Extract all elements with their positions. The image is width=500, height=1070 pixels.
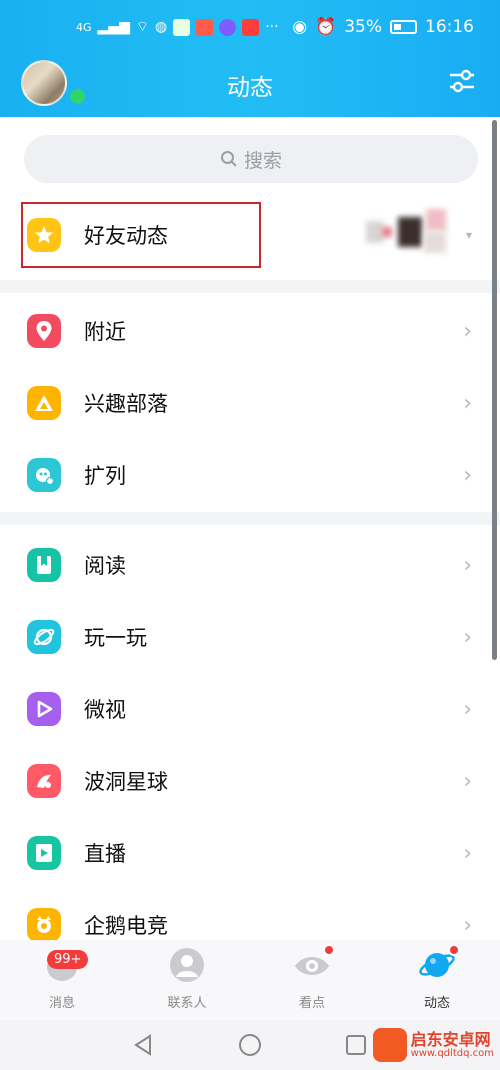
eye-icon: ◉ bbox=[292, 17, 308, 37]
alarm-icon: ⏰ bbox=[315, 17, 337, 37]
list-item-label: 兴趣部落 bbox=[84, 392, 168, 416]
page-title: 动态 bbox=[227, 75, 273, 101]
notification-dot bbox=[448, 944, 460, 956]
contacts-person-icon bbox=[168, 946, 206, 984]
list-item-interest-tribe[interactable]: 兴趣部落 › bbox=[0, 367, 500, 439]
wifi-icon: ⌔ bbox=[135, 19, 150, 35]
list-item-label: 附近 bbox=[84, 320, 126, 344]
tab-messages[interactable]: 99+ 消息 bbox=[17, 946, 107, 1016]
planet-game-icon bbox=[27, 620, 61, 654]
scrollbar[interactable] bbox=[492, 120, 497, 660]
feed-planet-icon bbox=[418, 944, 460, 984]
battery-icon bbox=[390, 20, 417, 34]
list-item-label: 玩一玩 bbox=[84, 626, 147, 650]
chevron-down-icon: ▾ bbox=[465, 228, 472, 242]
section-divider bbox=[0, 280, 500, 293]
list-item-live[interactable]: 直播 › bbox=[0, 817, 500, 889]
chevron-right-icon: › bbox=[463, 318, 472, 344]
book-icon bbox=[27, 548, 61, 582]
chevron-right-icon: › bbox=[463, 912, 472, 938]
list-item-reading[interactable]: 阅读 › bbox=[0, 529, 500, 601]
highlight-annotation-box bbox=[21, 202, 261, 268]
back-icon[interactable] bbox=[130, 1032, 156, 1058]
list-item-bodong-planet[interactable]: 波洞星球 › bbox=[0, 745, 500, 817]
home-icon[interactable] bbox=[237, 1032, 263, 1058]
list-item-label: 企鹅电竞 bbox=[84, 914, 168, 938]
tab-label: 动态 bbox=[423, 996, 450, 1011]
list-item-label: 扩列 bbox=[84, 464, 126, 488]
chevron-right-icon: › bbox=[463, 768, 472, 794]
app-notification-icon bbox=[173, 18, 191, 36]
chevron-right-icon: › bbox=[463, 552, 472, 578]
play-icon bbox=[27, 692, 61, 726]
list-item-label: 直播 bbox=[84, 842, 126, 866]
search-bar[interactable]: 搜索 bbox=[24, 135, 478, 183]
watermark-name: 启东安卓网 bbox=[410, 1029, 491, 1049]
search-icon bbox=[220, 151, 237, 167]
status-right: ◉ ⏰ 35% 16:16 bbox=[292, 17, 474, 37]
list-item-nearby[interactable]: 附近 › bbox=[0, 295, 500, 367]
tab-kandian[interactable]: 看点 bbox=[267, 944, 357, 1016]
tab-contacts[interactable]: 联系人 bbox=[142, 946, 232, 1016]
tab-label: 消息 bbox=[48, 996, 75, 1011]
live-icon bbox=[27, 836, 61, 870]
list-item-label: 阅读 bbox=[84, 554, 126, 578]
recents-icon[interactable] bbox=[343, 1032, 369, 1058]
more-notifications: ··· bbox=[265, 19, 279, 35]
watermark: 启东安卓网 www.qdltdq.com bbox=[372, 1028, 494, 1062]
list-item-play[interactable]: 玩一玩 › bbox=[0, 601, 500, 673]
app-notification-icon bbox=[196, 18, 214, 36]
search-placeholder: 搜索 bbox=[243, 149, 282, 172]
chevron-right-icon: › bbox=[463, 624, 472, 650]
kandian-eye-icon bbox=[293, 944, 335, 984]
chevron-right-icon: › bbox=[463, 696, 472, 722]
unread-badge: 99+ bbox=[47, 950, 89, 969]
header: 4G ▂▄▆ ⌔ ◍ ··· ◉ ⏰ 35% 16:16 动态 bbox=[0, 0, 500, 117]
list-item-weishi[interactable]: 微视 › bbox=[0, 673, 500, 745]
notification-dot bbox=[323, 944, 335, 956]
watermark-url: www.qdltdq.com bbox=[410, 1047, 494, 1059]
battery-percent: 35% bbox=[344, 17, 382, 37]
section-divider bbox=[0, 512, 500, 525]
status-left: 4G ▂▄▆ ⌔ ◍ ··· bbox=[76, 18, 279, 36]
expand-friends-icon bbox=[27, 458, 61, 492]
chevron-right-icon: › bbox=[463, 390, 472, 416]
chevron-right-icon: › bbox=[463, 840, 472, 866]
tab-feed[interactable]: 动态 bbox=[392, 944, 482, 1016]
tab-label: 联系人 bbox=[167, 996, 207, 1011]
list-item-label: 波洞星球 bbox=[84, 770, 168, 794]
signal-label: 4G bbox=[76, 20, 92, 34]
bottom-tab-bar: 99+ 消息 联系人 看点 动态 bbox=[0, 940, 500, 1020]
signal-bars-icon: ▂▄▆ bbox=[97, 19, 130, 35]
settings-sliders-icon[interactable] bbox=[448, 67, 476, 95]
clock: 16:16 bbox=[425, 17, 474, 37]
wechat-icon: ◍ bbox=[155, 19, 168, 35]
location-pin-icon bbox=[27, 314, 61, 348]
list-item-label: 微视 bbox=[84, 698, 126, 722]
esports-icon bbox=[27, 908, 61, 942]
bodong-icon bbox=[27, 764, 61, 798]
list-item-expand-friends[interactable]: 扩列 › bbox=[0, 439, 500, 511]
chevron-right-icon: › bbox=[463, 462, 472, 488]
tab-label: 看点 bbox=[298, 996, 325, 1011]
app-notification-icon bbox=[242, 18, 260, 36]
friend-feed-preview-thumbnails bbox=[360, 205, 460, 263]
app-notification-icon bbox=[219, 18, 237, 36]
watermark-logo bbox=[372, 1028, 407, 1062]
tribe-triangle-icon bbox=[27, 386, 61, 420]
status-bar: 4G ▂▄▆ ⌔ ◍ ··· ◉ ⏰ 35% 16:16 bbox=[0, 0, 500, 58]
